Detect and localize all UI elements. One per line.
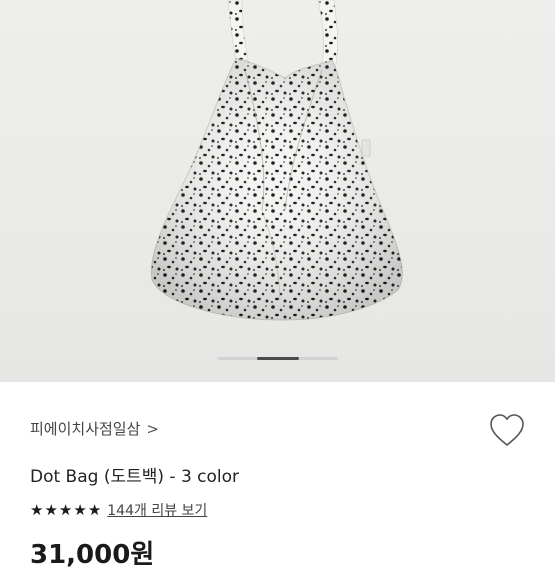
star-icon: ★: [73, 500, 87, 519]
product-image-carousel[interactable]: [0, 0, 555, 382]
rating-stars: ★ ★ ★ ★ ★: [30, 500, 102, 519]
chevron-right-icon: >: [146, 419, 159, 438]
product-image: [150, 0, 403, 321]
star-icon: ★: [87, 500, 102, 519]
like-button[interactable]: [488, 412, 526, 450]
price: 31,000원: [30, 540, 155, 570]
seller-name: 피에이치사점일삼: [30, 420, 141, 438]
carousel-active-thumb: [257, 357, 299, 360]
product-info: 피에이치사점일삼 > Dot Bag (도트백) - 3 color ★ ★ ★…: [0, 382, 555, 570]
seller-link[interactable]: 피에이치사점일삼 >: [30, 418, 159, 439]
heart-outline-icon: [490, 414, 524, 446]
star-icon: ★: [30, 500, 44, 519]
star-icon: ★: [58, 500, 73, 519]
product-title: Dot Bag (도트백) - 3 color: [30, 467, 240, 487]
carousel-indicator: [0, 357, 555, 360]
rating-row: ★ ★ ★ ★ ★ 144개 리뷰 보기: [30, 500, 207, 520]
review-link[interactable]: 144개 리뷰 보기: [107, 500, 207, 520]
star-icon: ★: [44, 500, 58, 519]
